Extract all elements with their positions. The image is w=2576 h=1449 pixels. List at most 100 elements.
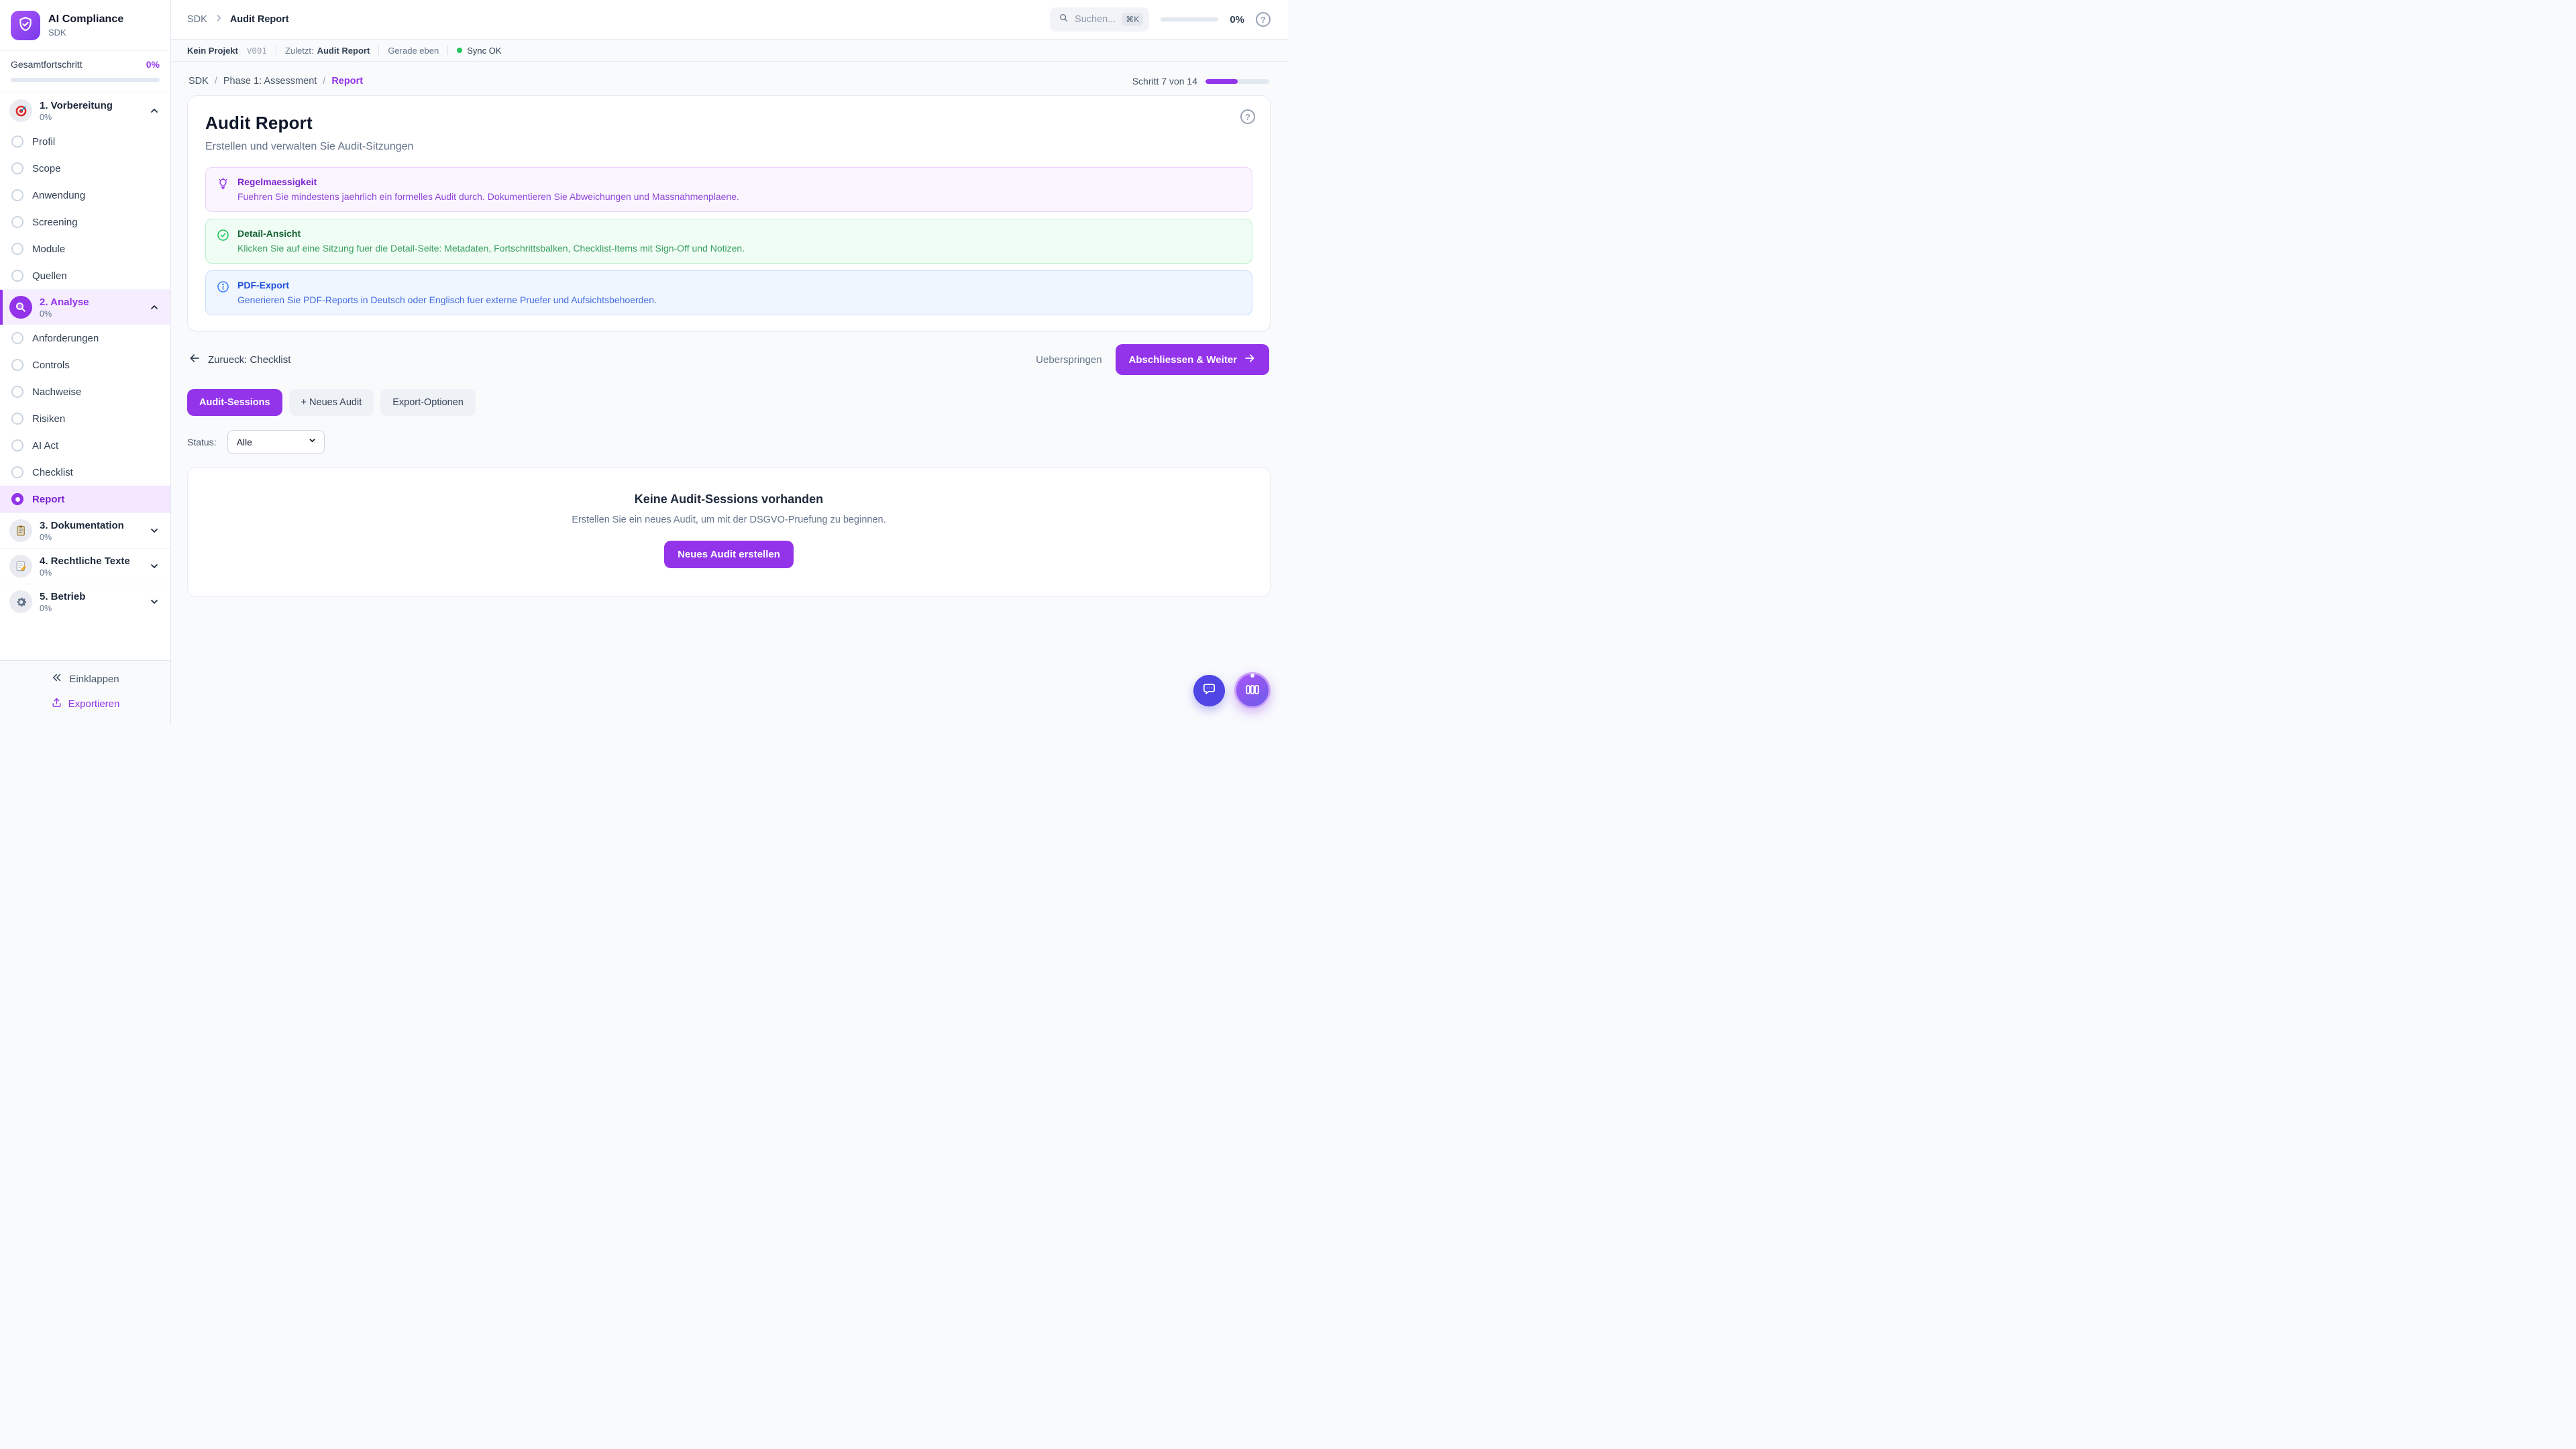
divider xyxy=(378,46,379,55)
memo-icon xyxy=(9,555,32,578)
chevron-up-icon xyxy=(149,302,161,313)
topbar-progress-percent: 0% xyxy=(1230,14,1244,25)
app-header: AI Compliance SDK xyxy=(0,0,170,50)
sidebar-item-scope[interactable]: Scope xyxy=(0,155,170,182)
chevron-up-icon xyxy=(149,105,161,116)
tab-neues-audit[interactable]: + Neues Audit xyxy=(289,389,374,416)
step-indicator: Schritt 7 von 14 xyxy=(1132,76,1269,87)
sidebar-item-module[interactable]: Module xyxy=(0,235,170,262)
sidebar-section-5-betrieb[interactable]: 5. Betrieb 0% xyxy=(0,584,170,619)
empty-state-text: Erstellen Sie ein neues Audit, um mit de… xyxy=(201,515,1256,525)
export-label: Exportieren xyxy=(68,698,120,710)
sidebar: AI Compliance SDK Gesamtfortschritt 0% 1… xyxy=(0,0,171,724)
breadcrumb-root[interactable]: SDK xyxy=(189,76,209,87)
tip-pdf-export: PDF-Export Generieren Sie PDF-Reports in… xyxy=(205,270,1252,315)
sidebar-item-label: Controls xyxy=(32,360,70,371)
arrow-left-icon xyxy=(189,352,201,367)
search-input[interactable]: Suchen... ⌘K xyxy=(1050,7,1149,32)
radio-icon xyxy=(11,243,23,255)
tab-audit-sessions[interactable]: Audit-Sessions xyxy=(187,389,282,416)
help-button[interactable]: ? xyxy=(1256,12,1271,27)
sidebar-item-label: Checklist xyxy=(32,467,73,478)
skip-button[interactable]: Ueberspringen xyxy=(1036,354,1102,366)
app-title: AI Compliance xyxy=(48,13,123,25)
sidebar-footer: Einklappen Exportieren xyxy=(0,660,170,724)
last-saved-time: Gerade eben xyxy=(388,46,439,56)
export-button[interactable]: Exportieren xyxy=(51,697,120,711)
sidebar-section-4-rechtliche-texte[interactable]: 4. Rechtliche Texte0% xyxy=(0,548,170,584)
sidebar-item-anwendung[interactable]: Anwendung xyxy=(0,182,170,209)
radio-selected-icon xyxy=(11,493,23,505)
section-percent: 0% xyxy=(40,604,142,613)
step-progress-fill xyxy=(1205,79,1238,84)
complete-next-label: Abschliessen & Weiter xyxy=(1129,354,1237,366)
tip-title: Regelmaessigkeit xyxy=(237,176,739,187)
check-circle-icon xyxy=(217,229,229,254)
topbar: SDK Audit Report Suchen... ⌘K 0% ? xyxy=(171,0,1288,40)
page-title: Audit Report xyxy=(205,113,1252,133)
tab-export-optionen[interactable]: Export-Optionen xyxy=(380,389,476,416)
section-percent: 0% xyxy=(40,309,142,319)
sidebar-item-controls[interactable]: Controls xyxy=(0,352,170,378)
sidebar-item-report[interactable]: Report xyxy=(0,486,170,513)
radio-icon xyxy=(11,162,23,174)
collapse-sidebar-button[interactable]: Einklappen xyxy=(51,672,119,686)
section-title: 4. Rechtliche Texte xyxy=(40,555,142,567)
status-filter-select[interactable]: Alle xyxy=(227,430,325,454)
sidebar-item-quellen[interactable]: Quellen xyxy=(0,262,170,289)
sidebar-item-anforderungen[interactable]: Anforderungen xyxy=(0,325,170,352)
topbar-breadcrumb-current: Audit Report xyxy=(230,14,289,25)
sidebar-item-nachweise[interactable]: Nachweise xyxy=(0,378,170,405)
target-icon xyxy=(9,99,32,122)
sidebar-item-profil[interactable]: Profil xyxy=(0,128,170,155)
topbar-breadcrumb: SDK Audit Report xyxy=(187,13,289,25)
sidebar-item-label: Module xyxy=(32,244,65,255)
chevron-down-icon xyxy=(149,561,161,572)
radio-icon xyxy=(11,439,23,451)
search-icon xyxy=(1059,13,1069,26)
section-title: 5. Betrieb xyxy=(40,591,142,602)
columns-fab-button[interactable] xyxy=(1234,672,1271,708)
sidebar-nav: 1. Vorbereitung0%ProfilScope Anwendung Scr… xyxy=(0,93,170,660)
back-to-checklist-button[interactable]: Zurueck: Checklist xyxy=(189,352,290,367)
card-help-button[interactable]: ? xyxy=(1240,109,1255,124)
tip-title: Detail-Ansicht xyxy=(237,228,745,239)
sidebar-item-label: Screening xyxy=(32,217,78,228)
chat-bubble-icon xyxy=(1201,682,1217,699)
project-name: Kein Projekt xyxy=(187,46,238,56)
sidebar-item-screening[interactable]: Screening xyxy=(0,209,170,235)
topbar-breadcrumb-root[interactable]: SDK xyxy=(187,14,207,25)
tip-detail-ansicht: Detail-Ansicht Klicken Sie auf eine Sitz… xyxy=(205,219,1252,264)
search-placeholder: Suchen... xyxy=(1075,14,1116,25)
back-label: Zurueck: Checklist xyxy=(208,354,290,366)
sidebar-item-risiken[interactable]: Risiken xyxy=(0,405,170,432)
empty-state-title: Keine Audit-Sessions vorhanden xyxy=(201,492,1256,506)
last-value: Audit Report xyxy=(317,46,370,56)
sidebar-section-2-analyse[interactable]: 2. Analyse0% xyxy=(0,289,170,325)
radio-icon xyxy=(11,270,23,282)
breadcrumb: SDK / Phase 1: Assessment / Report xyxy=(189,76,363,87)
chevron-right-icon xyxy=(214,13,223,25)
sync-status-label: Sync OK xyxy=(467,46,501,56)
breadcrumb-separator: / xyxy=(215,76,217,87)
sidebar-item-label: Risiken xyxy=(32,413,65,425)
page-subtitle: Erstellen und verwalten Sie Audit-Sitzun… xyxy=(205,141,1252,153)
sidebar-section-3-dokumentation[interactable]: 3. Dokumentation0% xyxy=(0,513,170,548)
sidebar-item-ai-act[interactable]: AI Act xyxy=(0,432,170,459)
page-content: SDK / Phase 1: Assessment / Report Schri… xyxy=(171,62,1288,724)
magnifier-icon xyxy=(9,296,32,319)
status-filter-value: Alle xyxy=(237,437,308,447)
complete-next-button[interactable]: Abschliessen & Weiter xyxy=(1116,344,1269,375)
breadcrumb-phase[interactable]: Phase 1: Assessment xyxy=(223,76,317,87)
tip-text: Klicken Sie auf eine Sitzung fuer die De… xyxy=(237,243,745,254)
collapse-sidebar-label: Einklappen xyxy=(69,674,119,685)
arrow-right-icon xyxy=(1244,352,1256,367)
main-area: SDK Audit Report Suchen... ⌘K 0% ? xyxy=(171,0,1288,724)
create-audit-button[interactable]: Neues Audit erstellen xyxy=(664,541,794,568)
double-chevron-left-icon xyxy=(51,672,63,686)
sidebar-section-1-vorbereitung[interactable]: 1. Vorbereitung0% xyxy=(0,93,170,128)
chat-fab-button[interactable] xyxy=(1193,675,1225,706)
sidebar-item-checklist[interactable]: Checklist xyxy=(0,459,170,486)
shield-check-icon xyxy=(17,15,34,36)
sidebar-item-label: Anwendung xyxy=(32,190,85,201)
